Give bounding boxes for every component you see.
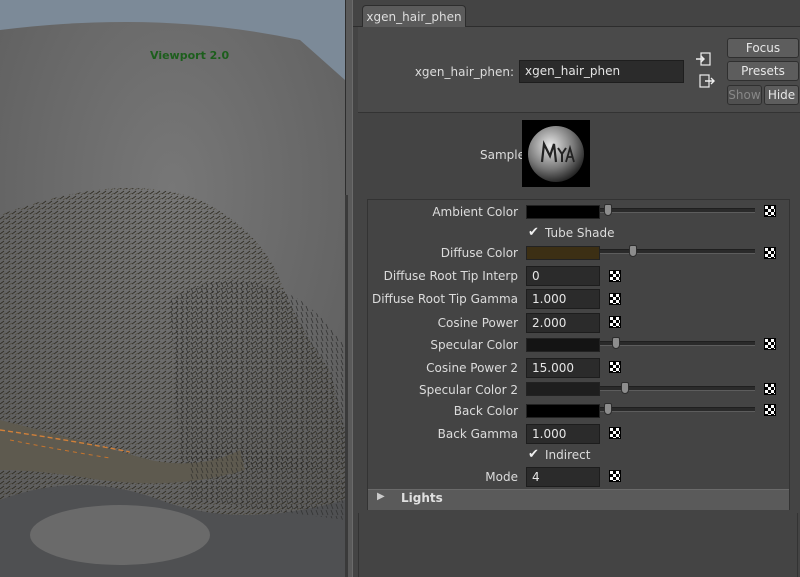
diffuse-color-slider-handle[interactable] — [629, 245, 637, 257]
node-name-label: xgen_hair_phen: — [414, 65, 514, 79]
presets-button[interactable]: Presets — [727, 61, 799, 81]
input-connections-icon[interactable] — [695, 52, 711, 66]
specular-color-2-slider-handle[interactable] — [621, 382, 629, 394]
viewport[interactable]: Viewport 2.0 — [0, 0, 345, 577]
viewport-label: Viewport 2.0 — [150, 49, 230, 62]
diffuse-root-tip-gamma-label: Diffuse Root Tip Gamma — [371, 292, 518, 306]
sample-label: Sample — [480, 148, 525, 162]
ambient-color-slider[interactable] — [600, 208, 755, 213]
cosine-power-2-label: Cosine Power 2 — [426, 361, 518, 375]
diffuse-root-tip-interp-map-button[interactable] — [609, 270, 621, 282]
diffuse-color-slider[interactable] — [600, 249, 755, 254]
ambient-color-label: Ambient Color — [432, 205, 518, 219]
cosine-power-label: Cosine Power — [437, 316, 518, 330]
cosine-power-2-map-button[interactable] — [609, 361, 621, 373]
back-gamma-map-button[interactable] — [609, 427, 621, 439]
cosine-power-field[interactable]: 2.000 — [526, 313, 600, 333]
tab-xgen-hair-phen[interactable]: xgen_hair_phen — [362, 5, 466, 27]
focus-button[interactable]: Focus — [727, 38, 799, 58]
back-color-map-button[interactable] — [764, 404, 776, 416]
ambient-color-map-button[interactable] — [764, 205, 776, 217]
diffuse-color-map-button[interactable] — [764, 247, 776, 259]
specular-color-slider-handle[interactable] — [612, 337, 620, 349]
back-color-label: Back Color — [453, 404, 518, 418]
mode-map-button[interactable] — [609, 470, 621, 482]
ambient-color-slider-handle[interactable] — [604, 204, 612, 216]
sample-swatch — [522, 120, 590, 187]
show-button[interactable]: Show — [727, 85, 762, 105]
panel-bottom-frame — [358, 513, 798, 577]
viewport-render — [0, 0, 345, 577]
specular-color-swatch[interactable] — [526, 338, 600, 352]
diffuse-color-swatch[interactable] — [526, 246, 600, 260]
node-name-field[interactable]: xgen_hair_phen — [519, 60, 684, 83]
tube-shade-checkbox[interactable]: ✔ — [528, 226, 541, 239]
back-color-slider-handle[interactable] — [604, 403, 612, 415]
mode-label: Mode — [485, 470, 518, 484]
specular-color-2-label: Specular Color 2 — [418, 383, 518, 397]
ambient-color-swatch[interactable] — [526, 205, 600, 219]
specular-color-slider[interactable] — [600, 341, 755, 346]
specular-color-2-swatch[interactable] — [526, 382, 600, 396]
indirect-checkbox[interactable]: ✔ — [528, 448, 541, 461]
specular-color-map-button[interactable] — [764, 338, 776, 350]
hide-button[interactable]: Hide — [764, 85, 799, 105]
back-gamma-field[interactable]: 1.000 — [526, 424, 600, 444]
back-gamma-label: Back Gamma — [437, 427, 518, 441]
diffuse-root-tip-interp-field[interactable]: 0 — [526, 266, 600, 286]
diffuse-root-tip-gamma-field[interactable]: 1.000 — [526, 289, 600, 309]
specular-color-label: Specular Color — [430, 338, 518, 352]
diffuse-root-tip-interp-label: Diffuse Root Tip Interp — [383, 269, 518, 283]
header-separator — [358, 112, 800, 113]
diffuse-color-label: Diffuse Color — [440, 246, 518, 260]
tube-shade-label: Tube Shade — [545, 226, 615, 240]
output-connections-icon[interactable] — [699, 74, 715, 88]
mode-field[interactable]: 4 — [526, 467, 600, 487]
back-color-slider[interactable] — [600, 407, 755, 412]
diffuse-root-tip-gamma-map-button[interactable] — [609, 293, 621, 305]
cosine-power-map-button[interactable] — [609, 316, 621, 328]
indirect-label: Indirect — [545, 448, 591, 462]
maya-logo-icon — [528, 126, 584, 182]
back-color-swatch[interactable] — [526, 404, 600, 418]
cosine-power-2-field[interactable]: 15.000 — [526, 358, 600, 378]
specular-color-2-map-button[interactable] — [764, 383, 776, 395]
lights-section-label: Lights — [401, 491, 443, 505]
expand-arrow-icon[interactable]: ▶ — [377, 491, 385, 502]
